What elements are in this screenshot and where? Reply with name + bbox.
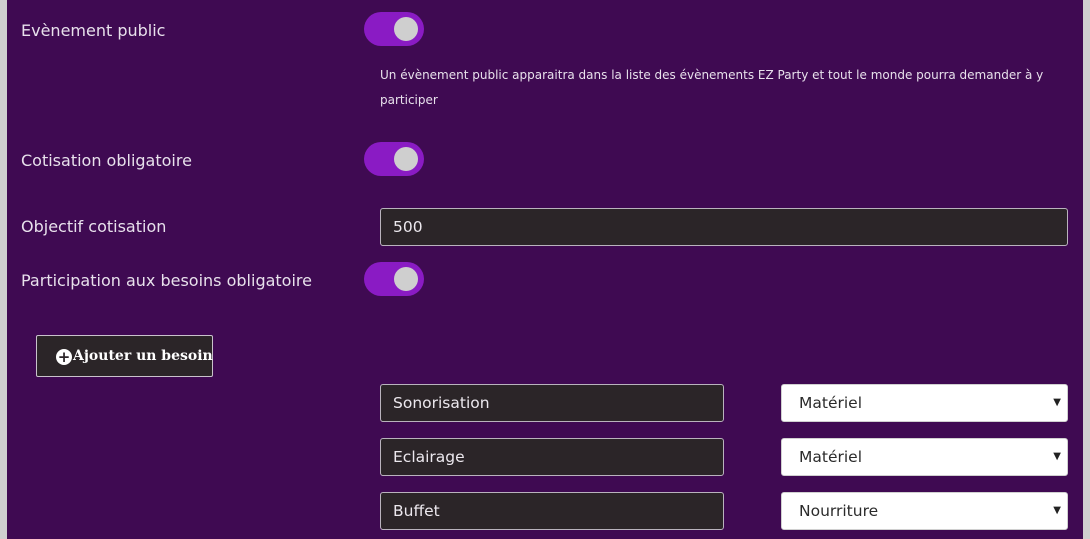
mandatory-needs-label: Participation aux besoins obligatoire — [21, 271, 312, 290]
event-settings-panel: Evènement public Un évènement public app… — [7, 0, 1083, 539]
public-event-toggle[interactable] — [364, 12, 424, 46]
dropdown-caret-icon: ▼ — [1053, 505, 1061, 516]
need-category-select[interactable]: Nourriture ▼ — [781, 492, 1068, 530]
mandatory-needs-toggle[interactable] — [364, 262, 424, 296]
public-event-label: Evènement public — [21, 21, 166, 40]
toggle-knob — [394, 17, 418, 41]
add-need-button[interactable]: + Ajouter un besoin — [36, 335, 213, 377]
public-event-help-text: Un évènement public apparaitra dans la l… — [380, 68, 1044, 107]
mandatory-contribution-toggle[interactable] — [364, 142, 424, 176]
need-category-value: Nourriture — [799, 502, 879, 520]
need-name-input[interactable]: Buffet — [380, 492, 724, 530]
dropdown-caret-icon: ▼ — [1053, 397, 1061, 408]
need-name-input[interactable]: Sonorisation — [380, 384, 724, 422]
need-category-select[interactable]: Matériel ▼ — [781, 384, 1068, 422]
need-category-select[interactable]: Matériel ▼ — [781, 438, 1068, 476]
need-name-input[interactable]: Eclairage — [380, 438, 724, 476]
dropdown-caret-icon: ▼ — [1053, 451, 1061, 462]
toggle-knob — [394, 267, 418, 291]
toggle-knob — [394, 147, 418, 171]
mandatory-contribution-label: Cotisation obligatoire — [21, 151, 192, 170]
need-category-value: Matériel — [799, 394, 863, 412]
contribution-goal-label: Objectif cotisation — [21, 217, 167, 236]
plus-circle-icon: + — [56, 348, 72, 366]
contribution-goal-input[interactable]: 500 — [380, 208, 1068, 246]
need-category-value: Matériel — [799, 448, 863, 466]
add-need-button-label: Ajouter un besoin — [73, 348, 213, 364]
